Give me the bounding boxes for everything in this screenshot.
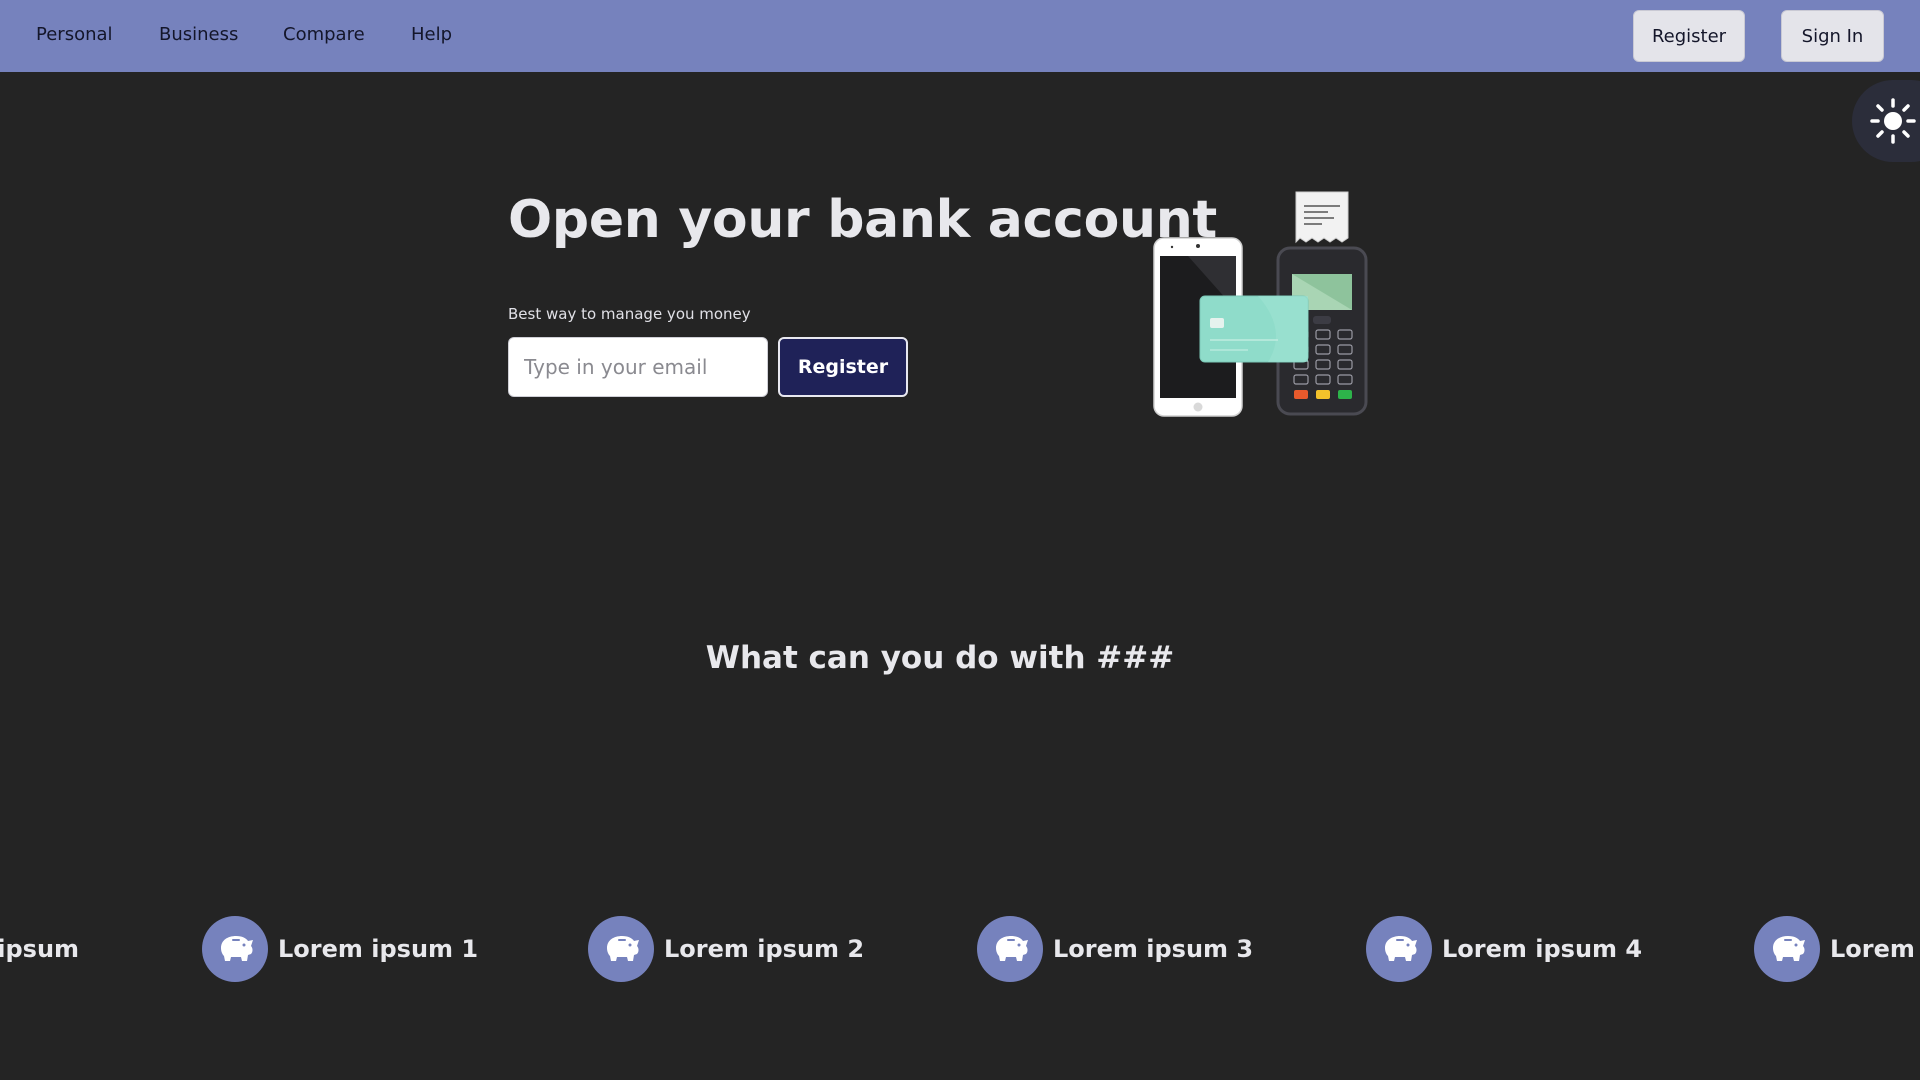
feature-item-1[interactable]: Lorem ipsum 1 [202,916,478,982]
piggy-bank-icon [1366,916,1432,982]
feature-item-4[interactable]: Lorem ipsum 4 [1366,916,1642,982]
nav-signin-button[interactable]: Sign In [1781,10,1884,62]
hero-subtitle: Best way to manage you money [508,305,751,323]
feature-label: Lorem ipsum 4 [1442,935,1643,963]
features-carousel-clip: Lorem ipsum 5 [0,916,80,982]
piggy-bank-icon [202,916,268,982]
piggy-bank-icon [1754,916,1820,982]
piggy-bank-icon [977,916,1043,982]
theme-toggle[interactable] [1852,80,1920,162]
feature-item-3[interactable]: Lorem ipsum 3 [977,916,1253,982]
payment-illustration [1153,191,1368,417]
features-title-text: What can you do with ### [705,640,1175,676]
email-input[interactable] [508,337,768,397]
feature-label: Lorem ipsum 5 [1830,935,1920,963]
feature-label: Lorem ipsum 3 [1053,935,1254,963]
feature-item-5[interactable]: Lorem ipsum 5 [1754,916,1920,982]
receipt-icon [1295,191,1349,244]
hero-register-button[interactable]: Register [778,337,908,397]
nav-register-button[interactable]: Register [1633,10,1745,62]
sun-icon [1870,98,1916,144]
nav-link-business[interactable]: Business [159,24,238,45]
nav-link-help[interactable]: Help [411,24,452,45]
feature-label: Lorem ipsum 5 [0,935,80,963]
features-carousel-clip-right: Lorem ipsum 5 [1754,916,1920,982]
feature-item-2[interactable]: Lorem ipsum 2 [588,916,864,982]
credit-card-icon [1199,295,1309,363]
top-nav: Personal Business Compare Help Register … [0,0,1920,72]
feature-item-5-partial[interactable]: Lorem ipsum 5 [0,916,80,982]
features-title: What can you do with ### [0,640,1920,676]
hero-title: Open your bank account [508,190,1217,250]
feature-label: Lorem ipsum 1 [278,935,479,963]
nav-link-compare[interactable]: Compare [283,24,365,45]
nav-link-personal[interactable]: Personal [36,24,113,45]
feature-label: Lorem ipsum 2 [664,935,865,963]
piggy-bank-icon [588,916,654,982]
